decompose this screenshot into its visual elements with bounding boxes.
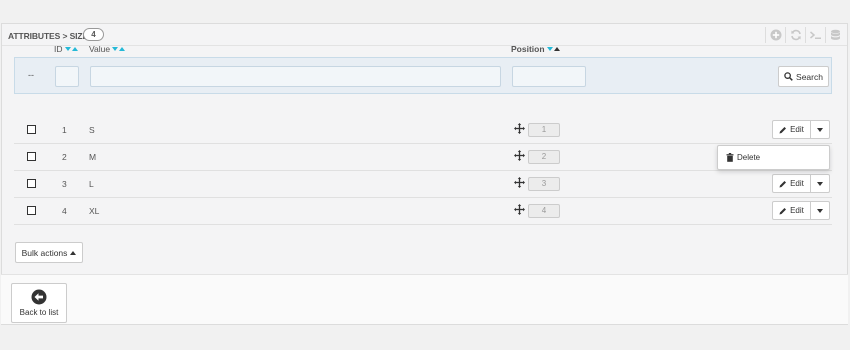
row-value: M [89,152,97,162]
caret-down-icon [817,181,823,186]
caret-down-icon [817,208,823,213]
value-filter-input[interactable] [90,66,501,87]
actions-dropdown-toggle[interactable] [811,120,830,139]
position-value: 4 [528,204,560,218]
row-actions: Edit [772,120,830,139]
row-id: 3 [62,179,67,189]
position-filter-input[interactable] [512,66,586,87]
pencil-icon [779,126,787,133]
pencil-icon [779,180,787,187]
drag-move-icon[interactable] [514,123,525,134]
row-checkbox[interactable] [27,179,36,188]
pencil-icon [779,207,787,214]
caret-down-icon [817,127,823,132]
position-value: 1 [528,123,560,137]
row-checkbox[interactable] [27,125,36,134]
column-id[interactable]: ID [54,43,78,54]
delete-menu-item[interactable]: Delete [717,145,830,170]
caret-up-icon [70,250,77,255]
row-id: 1 [62,125,67,135]
row-value: L [89,179,94,189]
table-header: ID Value Position [14,39,832,57]
table-row: 3 L 3 Edit [14,171,832,198]
column-value[interactable]: Value [89,43,126,54]
column-position[interactable]: Position [511,43,560,54]
table-row: 2 M 2 [14,144,832,171]
filter-dash: -- [28,70,34,80]
row-id: 4 [62,206,67,216]
position-value: 2 [528,150,560,164]
row-actions: Edit [772,174,830,193]
position-value: 3 [528,177,560,191]
row-id: 2 [62,152,67,162]
table-row: 1 S 1 Edit [14,117,832,144]
id-filter-input[interactable] [55,66,79,87]
row-value: S [89,125,95,135]
back-arrow-circle-icon [31,289,47,305]
filter-row: -- Search [14,57,832,94]
row-checkbox[interactable] [27,206,36,215]
actions-dropdown-toggle[interactable] [811,174,830,193]
table-row: 4 XL 4 Edit [14,198,832,225]
search-button[interactable]: Search [778,66,829,87]
sort-arrows-icon[interactable] [64,43,78,53]
sort-arrows-icon[interactable] [112,43,126,53]
actions-dropdown-toggle[interactable] [811,201,830,220]
trash-icon [726,153,734,162]
sort-arrows-icon[interactable] [546,43,560,53]
search-icon [784,72,793,81]
panel-footer: Back to list [1,274,848,325]
drag-move-icon[interactable] [514,150,525,161]
edit-button[interactable]: Edit [772,201,811,220]
row-value: XL [89,206,100,216]
row-actions: Edit [772,201,830,220]
edit-button[interactable]: Edit [772,120,811,139]
drag-move-icon[interactable] [514,177,525,188]
row-checkbox[interactable] [27,152,36,161]
drag-move-icon[interactable] [514,204,525,215]
edit-button[interactable]: Edit [772,174,811,193]
back-to-list-button[interactable]: Back to list [11,283,67,323]
bulk-actions-button[interactable]: Bulk actions [15,242,83,263]
